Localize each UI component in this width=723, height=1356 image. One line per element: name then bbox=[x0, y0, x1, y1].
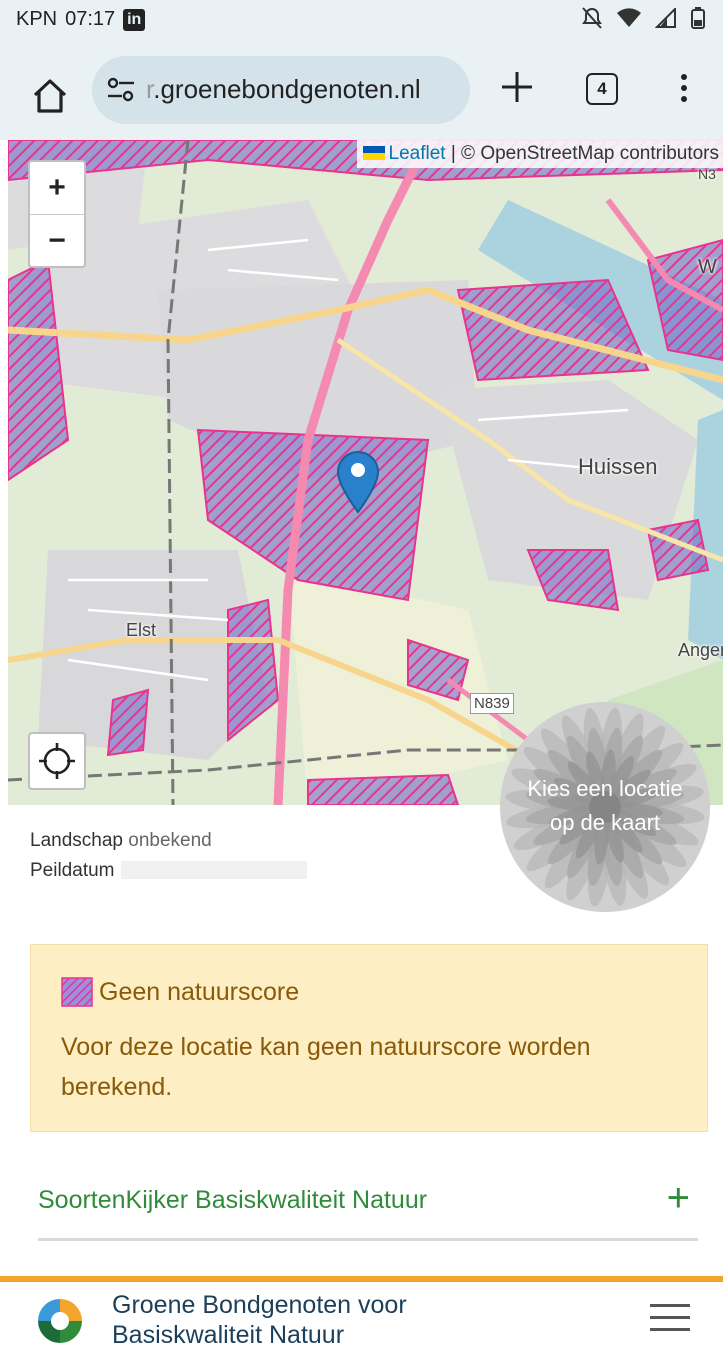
address-bar[interactable]: r.groenebondgenoten.nl bbox=[92, 56, 470, 124]
notice-body: Voor deze locatie kan geen natuurscore w… bbox=[61, 1027, 681, 1107]
landschap-row: Landschap onbekend bbox=[30, 826, 307, 856]
choose-location-badge[interactable]: Kies een locatie op de kaart bbox=[498, 700, 712, 914]
signal-icon bbox=[655, 8, 677, 28]
map-attribution: Leaflet | © OpenStreetMap contributors bbox=[357, 140, 723, 168]
carrier-label: KPN bbox=[16, 8, 57, 31]
site-settings-icon[interactable] bbox=[106, 76, 136, 104]
location-marker-icon[interactable] bbox=[336, 450, 380, 514]
landschap-label: Landschap bbox=[30, 830, 123, 851]
expand-icon[interactable]: + bbox=[667, 1178, 690, 1218]
footer-title-line2: Basiskwaliteit Natuur bbox=[112, 1320, 407, 1350]
browser-toolbar: r.groenebondgenoten.nl 4 bbox=[0, 40, 723, 140]
status-bar: KPN 07:17 in bbox=[0, 0, 723, 40]
soortenkijker-accordion[interactable]: SoortenKijker Basiskwaliteit Natuur + bbox=[38, 1166, 698, 1241]
battery-icon bbox=[691, 7, 705, 29]
choose-location-line1: Kies een locatie bbox=[498, 772, 712, 806]
wifi-icon bbox=[617, 8, 641, 28]
browser-menu-icon[interactable] bbox=[672, 70, 696, 106]
tab-switcher-button[interactable]: 4 bbox=[586, 73, 618, 105]
clock: 07:17 bbox=[65, 8, 115, 31]
map-label-w: W bbox=[698, 256, 717, 279]
groene-bondgenoten-logo bbox=[36, 1297, 84, 1345]
hamburger-menu-icon[interactable] bbox=[650, 1304, 690, 1340]
peildatum-row: Peildatum bbox=[30, 856, 307, 886]
map-label-elst: Elst bbox=[126, 620, 156, 641]
url-domain: .groenebondgenoten.nl bbox=[153, 74, 420, 104]
locate-me-button[interactable] bbox=[28, 732, 86, 790]
zoom-out-button[interactable]: − bbox=[30, 215, 84, 267]
home-icon[interactable] bbox=[30, 76, 70, 116]
url-text: r.groenebondgenoten.nl bbox=[146, 74, 421, 105]
map-label-huissen: Huissen bbox=[578, 454, 657, 480]
mute-bell-icon bbox=[581, 6, 603, 30]
accordion-label[interactable]: SoortenKijker Basiskwaliteit Natuur bbox=[38, 1186, 427, 1215]
footer-title-line1: Groene Bondgenoten voor bbox=[112, 1290, 407, 1320]
new-tab-icon[interactable] bbox=[500, 70, 534, 104]
map-label-n3: N3 bbox=[698, 166, 716, 182]
notice-title: Geen natuurscore bbox=[99, 978, 299, 1007]
hatch-legend-icon bbox=[61, 977, 93, 1007]
choose-location-text: Kies een locatie op de kaart bbox=[498, 772, 712, 840]
ukraine-flag-icon bbox=[363, 146, 385, 160]
status-right bbox=[581, 6, 705, 30]
osm-attribution-text: | © OpenStreetMap contributors bbox=[446, 143, 719, 164]
leaflet-link[interactable]: Leaflet bbox=[389, 143, 446, 164]
site-footer-bar: Groene Bondgenoten voor Basiskwaliteit N… bbox=[0, 1276, 723, 1356]
map-label-angeren: Anger bbox=[678, 640, 723, 661]
notice-header: Geen natuurscore bbox=[61, 977, 299, 1007]
linkedin-notification-icon: in bbox=[123, 9, 145, 31]
no-score-notice: Geen natuurscore Voor deze locatie kan g… bbox=[30, 944, 708, 1132]
zoom-control: + − bbox=[28, 160, 86, 268]
footer-site-title[interactable]: Groene Bondgenoten voor Basiskwaliteit N… bbox=[112, 1290, 407, 1350]
crosshair-icon bbox=[30, 734, 84, 788]
landschap-value: onbekend bbox=[128, 830, 211, 851]
peildatum-value-placeholder bbox=[121, 861, 307, 879]
choose-location-line2: op de kaart bbox=[498, 806, 712, 840]
status-left: KPN 07:17 in bbox=[16, 8, 145, 31]
zoom-in-button[interactable]: + bbox=[30, 162, 84, 215]
peildatum-label: Peildatum bbox=[30, 860, 115, 881]
location-info: Landschap onbekend Peildatum bbox=[30, 826, 307, 886]
